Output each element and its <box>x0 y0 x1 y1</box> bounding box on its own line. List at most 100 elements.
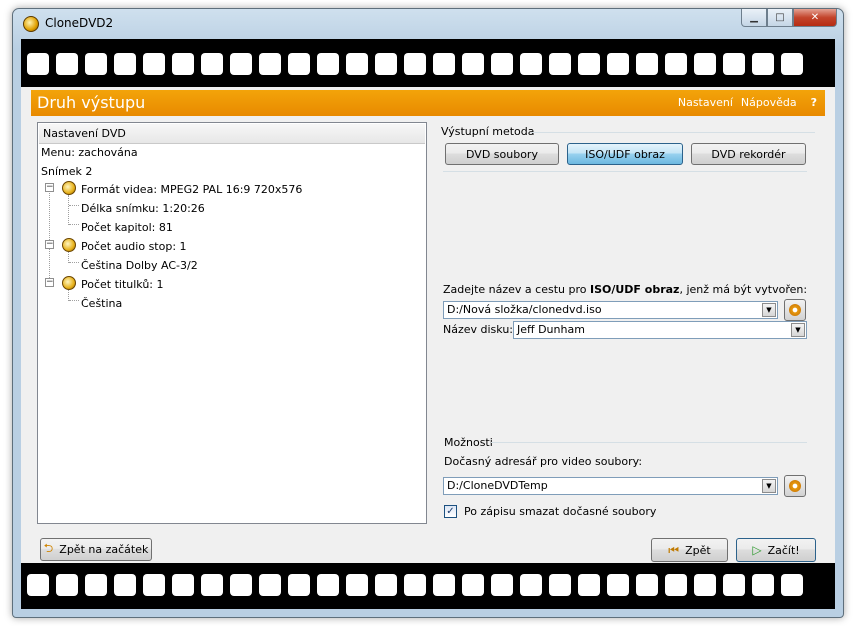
close-button[interactable]: ✕ <box>793 9 837 27</box>
maximize-button[interactable]: □ <box>767 9 793 27</box>
browse-temp-dir-button[interactable] <box>784 475 806 497</box>
minimize-button[interactable]: ▁ <box>741 9 767 27</box>
film-hole <box>665 53 687 75</box>
film-hole <box>317 53 339 75</box>
dropdown-arrow-icon[interactable]: ▼ <box>791 323 805 337</box>
start-label: Začít! <box>767 543 800 557</box>
dvd-recorder-button[interactable]: DVD rekordér <box>691 143 806 165</box>
section-header: Druh výstupu Nastavení Nápověda ? <box>31 90 825 116</box>
browse-path-button[interactable] <box>784 299 806 321</box>
film-hole <box>520 574 542 596</box>
tree-connector <box>68 195 69 225</box>
minimize-icon: ▁ <box>750 12 758 23</box>
tree-item-subtitles[interactable]: Počet titulků: 1 <box>81 278 164 291</box>
film-hole <box>607 53 629 75</box>
film-hole <box>346 574 368 596</box>
film-hole <box>172 574 194 596</box>
maximize-icon: □ <box>775 12 785 23</box>
film-hole <box>665 574 687 596</box>
group-divider <box>531 132 815 133</box>
film-hole <box>172 53 194 75</box>
film-hole <box>259 574 281 596</box>
help-link[interactable]: Nápověda <box>741 96 797 109</box>
film-holes <box>27 53 803 75</box>
back-to-start-button[interactable]: ⮌ Zpět na začátek <box>40 538 152 561</box>
temp-dir-combo[interactable]: D:/CloneDVDTemp ▼ <box>443 477 778 495</box>
disc-name-combo[interactable]: Jeff Dunham ▼ <box>513 321 807 339</box>
film-hole <box>723 53 745 75</box>
film-hole <box>259 53 281 75</box>
collapse-video-toggle[interactable]: − <box>45 183 54 192</box>
tree-item-audio-tracks[interactable]: Počet audio stop: 1 <box>81 240 187 253</box>
back-button[interactable]: ⏮ Zpět <box>651 538 728 562</box>
film-hole <box>143 574 165 596</box>
video-eye-icon <box>62 181 76 195</box>
back-to-start-label: Zpět na začátek <box>59 543 149 556</box>
film-hole <box>375 574 397 596</box>
output-path-prompt: Zadejte název a cestu pro ISO/UDF obraz,… <box>443 283 807 296</box>
film-hole <box>549 53 571 75</box>
film-hole <box>636 574 658 596</box>
film-hole <box>27 574 49 596</box>
tree-item-menu[interactable]: Menu: zachována <box>41 146 138 159</box>
close-icon: ✕ <box>810 12 820 23</box>
film-hole <box>114 574 136 596</box>
back-arrow-icon: ⮌ <box>43 541 54 555</box>
browse-folder-icon <box>789 480 801 492</box>
film-hole <box>462 574 484 596</box>
film-hole <box>85 574 107 596</box>
film-hole <box>114 53 136 75</box>
temp-dir-label: Dočasný adresář pro video soubory: <box>444 455 643 468</box>
film-hole <box>317 574 339 596</box>
tree-item-video-format[interactable]: Formát videa: MPEG2 PAL 16:9 720x576 <box>81 183 302 196</box>
tree-item-title[interactable]: Snímek 2 <box>41 165 92 178</box>
delete-temp-checkbox[interactable]: ✓ <box>444 505 457 518</box>
film-hole <box>56 574 78 596</box>
film-hole <box>27 53 49 75</box>
play-icon: ▷ <box>752 543 762 557</box>
dropdown-arrow-icon[interactable]: ▼ <box>762 479 776 493</box>
window-title: CloneDVD2 <box>45 16 114 30</box>
tree-connector <box>49 187 50 280</box>
prompt-bold: ISO/UDF obraz <box>589 283 680 296</box>
output-method-label: Výstupní metoda <box>441 125 535 138</box>
tree-connector <box>69 262 79 263</box>
title-bar: CloneDVD2 ▁ □ ✕ <box>13 9 843 39</box>
film-hole <box>491 53 513 75</box>
tree-item-chapters[interactable]: Počet kapitol: 81 <box>81 221 173 234</box>
dvd-settings-tree[interactable]: Nastavení DVD Menu: zachována Snímek 2 −… <box>37 122 427 524</box>
film-hole <box>56 53 78 75</box>
film-hole <box>433 53 455 75</box>
output-path-combo[interactable]: D:/Nová složka/clonedvd.iso ▼ <box>443 301 778 319</box>
collapse-audio-toggle[interactable]: − <box>45 240 54 249</box>
tree-item-subtitle-track[interactable]: Čeština <box>81 297 122 310</box>
film-holes <box>27 574 803 596</box>
dropdown-arrow-icon[interactable]: ▼ <box>762 303 776 317</box>
collapse-subtitles-toggle[interactable]: − <box>45 278 54 287</box>
group-divider <box>443 171 807 172</box>
back-label: Zpět <box>685 543 711 557</box>
film-hole <box>143 53 165 75</box>
film-hole <box>694 574 716 596</box>
film-hole <box>752 574 774 596</box>
tree-item-title-length[interactable]: Délka snímku: 1:20:26 <box>81 202 205 215</box>
dvd-files-button[interactable]: DVD soubory <box>445 143 559 165</box>
app-window: CloneDVD2 ▁ □ ✕ Druh výstupu Nastavení N… <box>12 8 844 618</box>
film-hole <box>694 53 716 75</box>
tree-connector <box>69 300 79 301</box>
browse-folder-icon <box>789 304 801 316</box>
film-hole <box>346 53 368 75</box>
settings-link[interactable]: Nastavení <box>678 96 733 109</box>
prompt-prefix: Zadejte název a cestu pro <box>443 283 590 296</box>
film-hole <box>578 574 600 596</box>
tree-connector <box>69 224 79 225</box>
disc-name-value: Jeff Dunham <box>517 323 585 336</box>
start-button[interactable]: ▷ Začít! <box>736 538 816 562</box>
filmstrip-bottom <box>21 563 835 609</box>
film-hole <box>520 53 542 75</box>
prompt-suffix: , jenž má být vytvořen: <box>679 283 808 296</box>
app-icon <box>23 16 39 32</box>
help-question-icon[interactable]: ? <box>811 96 817 109</box>
tree-item-audio-track[interactable]: Čeština Dolby AC-3/2 <box>81 259 198 272</box>
iso-udf-button[interactable]: ISO/UDF obraz <box>567 143 683 165</box>
